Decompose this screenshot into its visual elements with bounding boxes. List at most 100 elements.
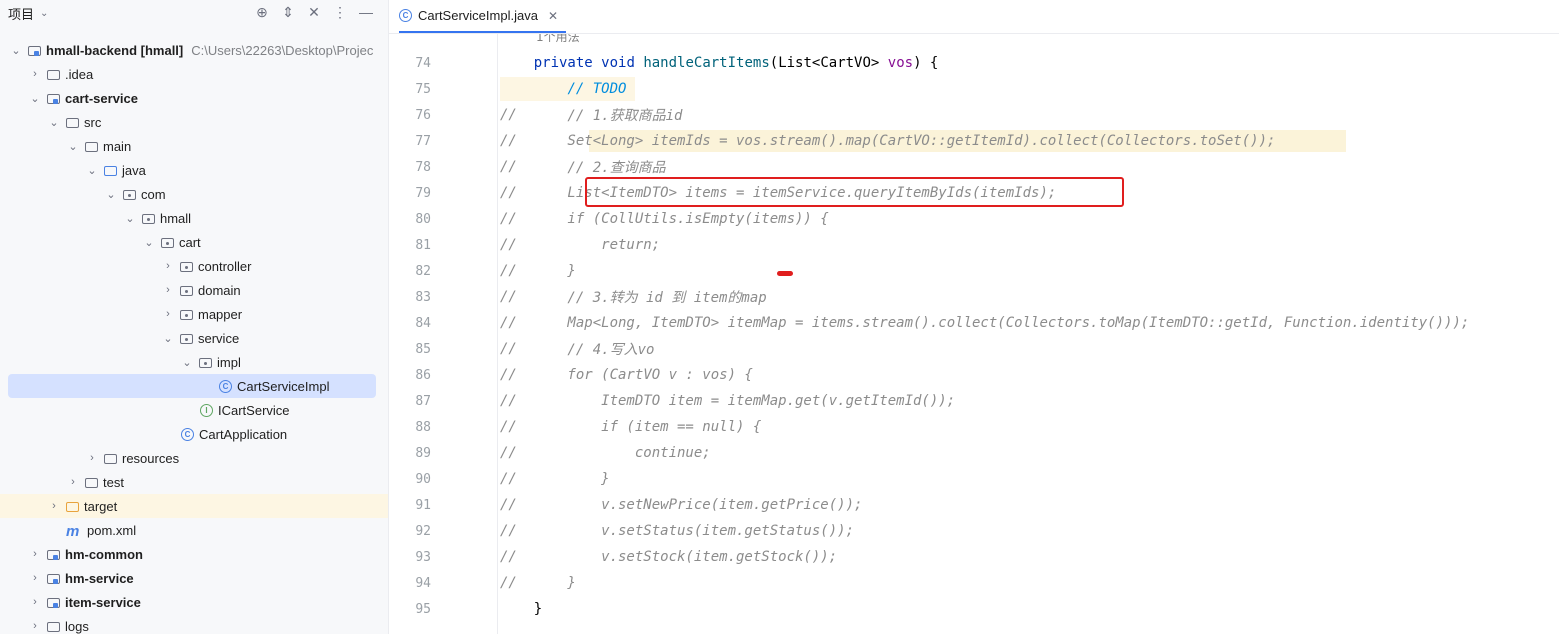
tree-item-test[interactable]: › test bbox=[0, 470, 388, 494]
chevron-right-icon[interactable]: › bbox=[48, 500, 60, 512]
tree-item-label: main bbox=[103, 138, 132, 154]
code-line[interactable]: 76// // 1.获取商品id bbox=[389, 102, 1559, 128]
tree-item-impl[interactable]: ⌄ impl bbox=[0, 350, 388, 374]
line-number: 77 bbox=[415, 133, 431, 149]
tree-item-hmall[interactable]: ⌄ hmall bbox=[0, 206, 388, 230]
code-line[interactable]: 82// } bbox=[389, 258, 1559, 284]
chevron-down-icon[interactable]: ⌄ bbox=[143, 236, 155, 249]
tree-item-resources[interactable]: › resources bbox=[0, 446, 388, 470]
tree-item-cart[interactable]: ⌄ cart bbox=[0, 230, 388, 254]
project-tree: ⌄ hmall-backend [hmall] C:\Users\22263\D… bbox=[0, 38, 388, 634]
chevron-right-icon[interactable]: › bbox=[29, 620, 41, 632]
expand-all-icon[interactable]: ⇕ bbox=[280, 4, 296, 21]
code-line[interactable]: 81// return; bbox=[389, 232, 1559, 258]
code-line[interactable]: 84// Map<Long, ItemDTO> itemMap = items.… bbox=[389, 310, 1559, 336]
minimize-icon[interactable]: — bbox=[358, 4, 374, 21]
tree-item-hm-common[interactable]: › hm-common bbox=[0, 542, 388, 566]
package-icon bbox=[180, 262, 193, 272]
chevron-down-icon[interactable]: ⌄ bbox=[162, 332, 174, 345]
usages-hint[interactable]: 1个用法 bbox=[536, 34, 580, 45]
module-icon bbox=[47, 94, 60, 104]
code-text: for (CartVO v : vos) { bbox=[500, 367, 753, 383]
project-panel-title[interactable]: 项目 bbox=[8, 4, 34, 23]
chevron-down-icon[interactable]: ⌄ bbox=[124, 212, 136, 225]
close-icon[interactable]: ✕ bbox=[548, 9, 558, 23]
chevron-right-icon[interactable]: › bbox=[29, 596, 41, 608]
tree-item-target[interactable]: › target bbox=[0, 494, 388, 518]
code-text: return; bbox=[500, 237, 661, 253]
code-line[interactable]: 85// // 4.写入vo bbox=[389, 336, 1559, 362]
tree-item-cartserviceimpl[interactable]: C CartServiceImpl bbox=[8, 374, 376, 398]
tree-item-src[interactable]: ⌄ src bbox=[0, 110, 388, 134]
tree-item-controller[interactable]: › controller bbox=[0, 254, 388, 278]
code-line[interactable]: 80// if (CollUtils.isEmpty(items)) { bbox=[389, 206, 1559, 232]
chevron-right-icon[interactable]: › bbox=[162, 308, 174, 320]
code-line[interactable]: 88// if (item == null) { bbox=[389, 414, 1559, 440]
line-number: 75 bbox=[415, 81, 431, 97]
chevron-down-icon[interactable]: ⌄ bbox=[181, 356, 193, 369]
code-line[interactable]: 75 // TODO bbox=[389, 76, 1559, 102]
locate-icon[interactable]: ⊕ bbox=[254, 4, 270, 21]
code-line[interactable]: 74 private void handleCartItems(List<Car… bbox=[389, 50, 1559, 76]
tree-item-icartservice[interactable]: I ICartService bbox=[0, 398, 388, 422]
tab-cartserviceimpl[interactable]: C CartServiceImpl.java ✕ bbox=[399, 0, 566, 33]
package-icon bbox=[180, 286, 193, 296]
line-number: 78 bbox=[415, 159, 431, 175]
code-text: ItemDTO item = itemMap.get(v.getItemId()… bbox=[500, 393, 956, 409]
chevron-down-icon[interactable]: ⌄ bbox=[48, 116, 60, 129]
code-line[interactable]: 77// Set<Long> itemIds = vos.stream().ma… bbox=[389, 128, 1559, 154]
chevron-down-icon[interactable]: ⌄ bbox=[40, 8, 48, 19]
tree-item-idea[interactable]: › .idea bbox=[0, 62, 388, 86]
tree-item-cart-service[interactable]: ⌄ cart-service bbox=[0, 86, 388, 110]
tree-item-com[interactable]: ⌄ com bbox=[0, 182, 388, 206]
tree-item-java[interactable]: ⌄ java bbox=[0, 158, 388, 182]
project-path: C:\Users\22263\Desktop\Projec bbox=[191, 42, 374, 58]
chevron-down-icon[interactable]: ⌄ bbox=[29, 92, 41, 105]
tree-item-label: controller bbox=[198, 258, 252, 274]
tree-item-item-service[interactable]: › item-service bbox=[0, 590, 388, 614]
tree-item-label: domain bbox=[198, 282, 241, 298]
code-line[interactable]: 90// } bbox=[389, 466, 1559, 492]
chevron-right-icon[interactable]: › bbox=[29, 68, 41, 80]
package-icon bbox=[161, 238, 174, 248]
tree-item-domain[interactable]: › domain bbox=[0, 278, 388, 302]
tree-item-label: .idea bbox=[65, 66, 94, 82]
more-options-icon[interactable]: ⋮ bbox=[332, 4, 348, 21]
code-line[interactable]: 86// for (CartVO v : vos) { bbox=[389, 362, 1559, 388]
collapse-all-icon[interactable]: ✕ bbox=[306, 4, 322, 21]
chevron-right-icon[interactable]: › bbox=[162, 260, 174, 272]
tree-item-service[interactable]: ⌄ service bbox=[0, 326, 388, 350]
code-line[interactable]: 89// continue; bbox=[389, 440, 1559, 466]
chevron-down-icon[interactable]: ⌄ bbox=[105, 188, 117, 201]
chevron-right-icon[interactable]: › bbox=[86, 452, 98, 464]
chevron-down-icon[interactable]: ⌄ bbox=[10, 44, 22, 57]
code-line[interactable]: 93// v.setStock(item.getStock()); bbox=[389, 544, 1559, 570]
tree-item-main[interactable]: ⌄ main bbox=[0, 134, 388, 158]
class-icon: C bbox=[399, 9, 412, 22]
code-line[interactable]: 91// v.setNewPrice(item.getPrice()); bbox=[389, 492, 1559, 518]
code-line[interactable]: 83// // 3.转为 id 到 item的map bbox=[389, 284, 1559, 310]
code-line[interactable]: 94// } bbox=[389, 570, 1559, 596]
chevron-right-icon[interactable]: › bbox=[29, 572, 41, 584]
chevron-right-icon[interactable]: › bbox=[67, 476, 79, 488]
tree-item-label: hm-service bbox=[65, 570, 134, 586]
code-editor[interactable]: 1个用法 74 private void handleCartItems(Lis… bbox=[389, 34, 1559, 634]
chevron-down-icon[interactable]: ⌄ bbox=[86, 164, 98, 177]
line-number: 92 bbox=[415, 523, 431, 539]
chevron-right-icon[interactable]: › bbox=[29, 548, 41, 560]
code-line[interactable]: 95 } bbox=[389, 596, 1559, 622]
line-number: 84 bbox=[415, 315, 431, 331]
tree-item-hm-service[interactable]: › hm-service bbox=[0, 566, 388, 590]
tree-item-mapper[interactable]: › mapper bbox=[0, 302, 388, 326]
line-number: 83 bbox=[415, 289, 431, 305]
editor-tab-bar: C CartServiceImpl.java ✕ bbox=[389, 0, 1559, 34]
package-icon bbox=[180, 310, 193, 320]
code-line[interactable]: 92// v.setStatus(item.getStatus()); bbox=[389, 518, 1559, 544]
tree-item-logs[interactable]: › logs bbox=[0, 614, 388, 634]
code-line[interactable]: 87// ItemDTO item = itemMap.get(v.getIte… bbox=[389, 388, 1559, 414]
tree-item-hmall-backend[interactable]: ⌄ hmall-backend [hmall] C:\Users\22263\D… bbox=[0, 38, 388, 62]
chevron-down-icon[interactable]: ⌄ bbox=[67, 140, 79, 153]
tree-item-cartapplication[interactable]: C CartApplication bbox=[0, 422, 388, 446]
tree-item-pom-xml[interactable]: m pom.xml bbox=[0, 518, 388, 542]
chevron-right-icon[interactable]: › bbox=[162, 284, 174, 296]
